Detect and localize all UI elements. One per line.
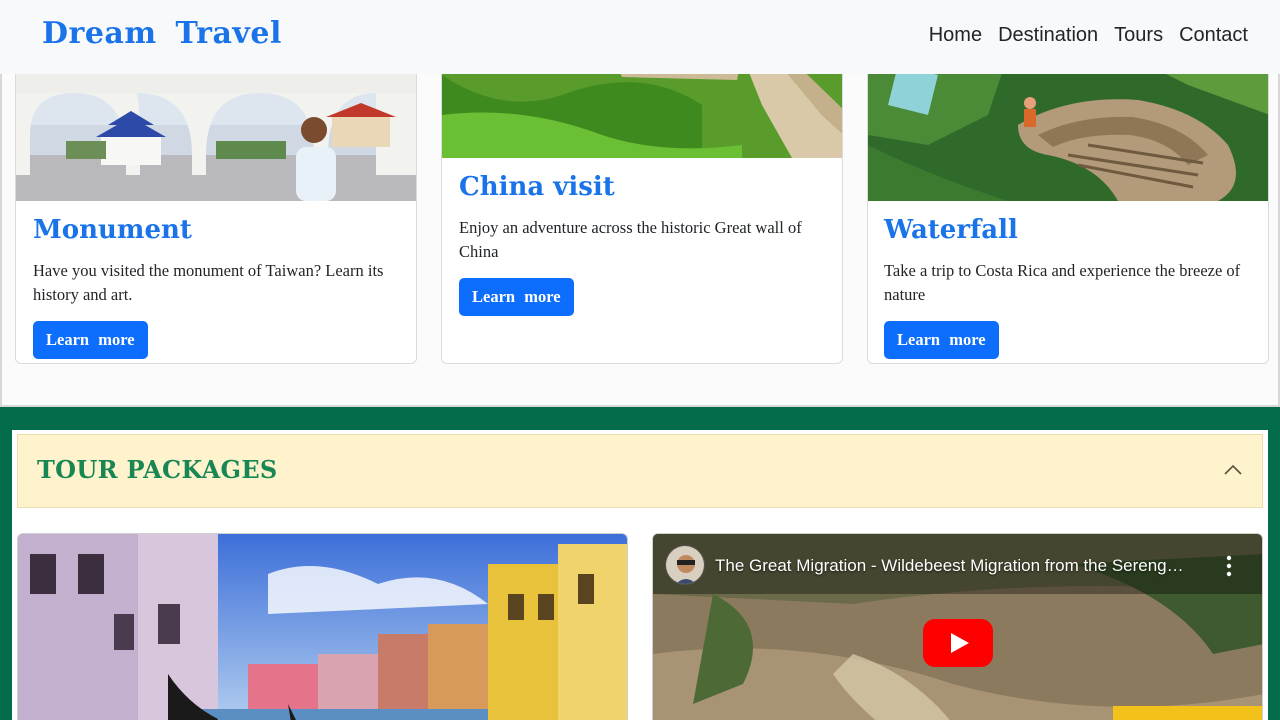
card-text-china: Enjoy an adventure across the historic G…	[459, 218, 802, 261]
learn-more-button-monument[interactable]: Learn more	[33, 321, 148, 359]
play-button-icon[interactable]	[923, 619, 993, 667]
card-title-monument: Monument	[33, 215, 192, 245]
destination-card-china: China visit Enjoy an adventure across th…	[441, 74, 843, 364]
venice-image	[17, 533, 628, 720]
more-options-icon[interactable]	[1226, 554, 1232, 578]
nav-link-tours[interactable]: Tours	[1114, 24, 1163, 47]
brand-logo-link[interactable]: Dream Travel	[42, 16, 282, 51]
card-text-monument: Have you visited the monument of Taiwan?…	[33, 261, 384, 304]
tour-packages-accordion-header[interactable]: TOUR PACKAGES	[17, 434, 1263, 508]
video-title[interactable]: The Great Migration - Wildebeest Migrati…	[715, 556, 1184, 576]
card-title-china: China visit	[459, 172, 615, 202]
chevron-up-icon[interactable]	[1222, 459, 1244, 481]
tour-packages-panel: TOUR PACKAGES The Great Migration - Wild…	[12, 430, 1268, 720]
channel-avatar[interactable]	[665, 545, 705, 585]
destination-card-monument: Monument Have you visited the monument o…	[15, 74, 417, 364]
destination-card-waterfall: Waterfall Take a trip to Costa Rica and …	[867, 74, 1269, 364]
learn-more-button-waterfall[interactable]: Learn more	[884, 321, 999, 359]
card-text-waterfall: Take a trip to Costa Rica and experience…	[884, 261, 1241, 304]
tour-packages-section: TOUR PACKAGES The Great Migration - Wild…	[0, 407, 1280, 720]
destination-section: Monument Have you visited the monument o…	[0, 74, 1280, 407]
monument-image	[16, 74, 416, 201]
tour-packages-heading: TOUR PACKAGES	[37, 455, 278, 484]
great-wall-image	[442, 74, 842, 158]
video-embed[interactable]: The Great Migration - Wildebeest Migrati…	[652, 533, 1263, 720]
nav-links: Home Destination Tours Contact	[929, 24, 1248, 47]
nav-link-destination[interactable]: Destination	[998, 24, 1098, 47]
navbar: Dream Travel Home Destination Tours Cont…	[0, 0, 1280, 74]
nav-link-home[interactable]: Home	[929, 24, 982, 47]
card-title-waterfall: Waterfall	[884, 215, 1018, 245]
learn-more-button-china[interactable]: Learn more	[459, 278, 574, 316]
waterfall-image	[868, 74, 1268, 201]
nav-link-contact[interactable]: Contact	[1179, 24, 1248, 47]
